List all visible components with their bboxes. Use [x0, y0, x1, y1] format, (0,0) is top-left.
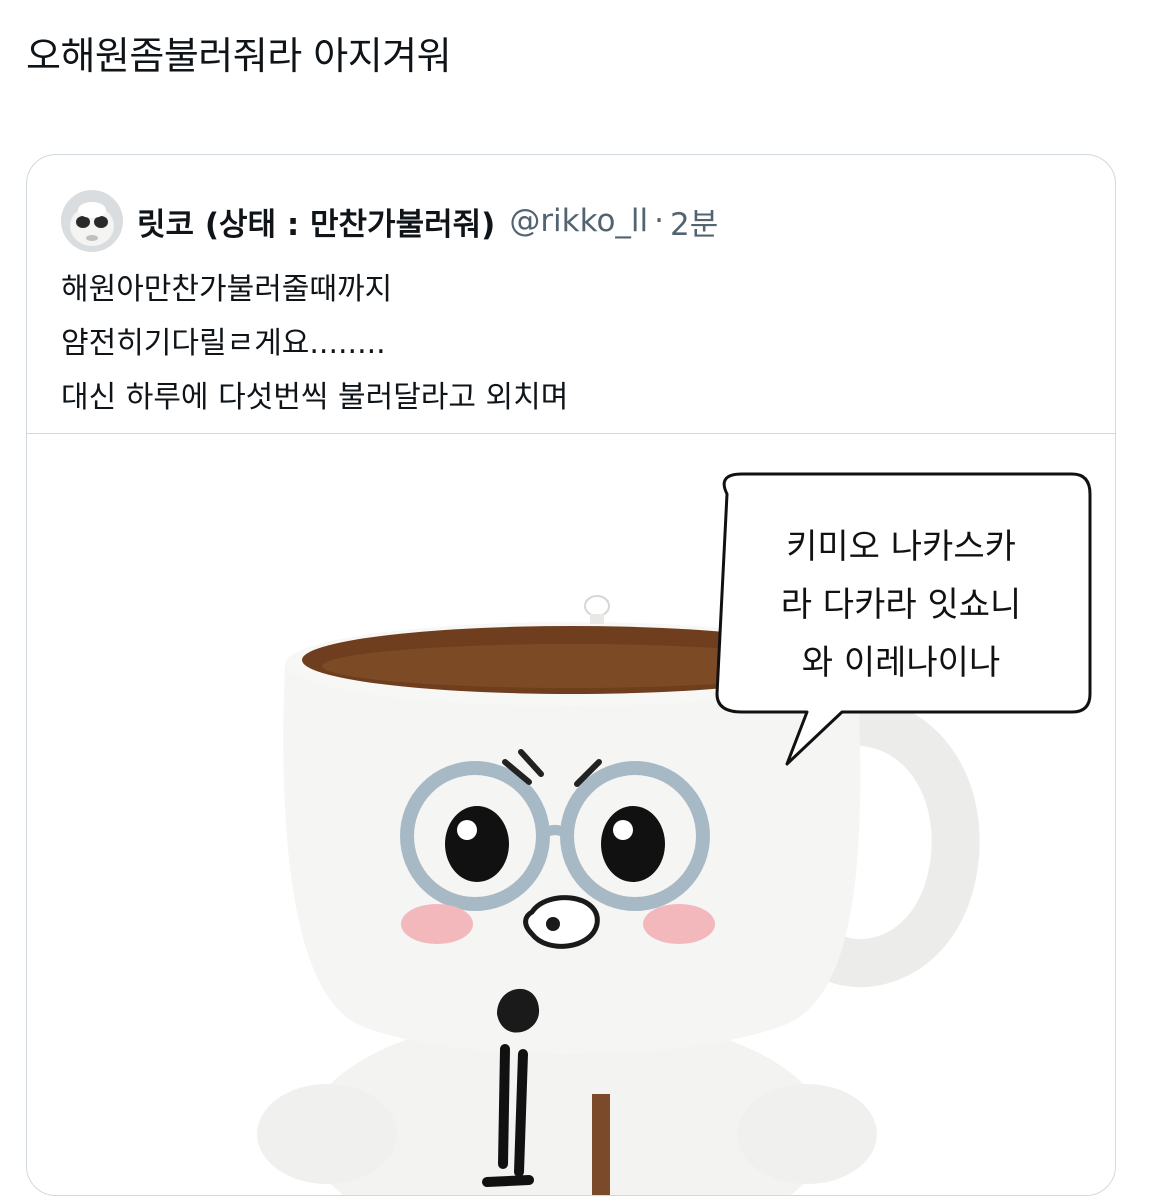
speech-bubble-line: 키미오 나카스카: [786, 527, 1016, 567]
speech-bubble-line: 라 다카라 잇쇼니: [780, 585, 1022, 625]
speech-bubble-text: 키미오 나카스카 라 다카라 잇쇼니 와 이레나이나: [715, 518, 1087, 692]
body-line: 얌전히기다릴ㄹ게요........: [61, 326, 386, 361]
body-line: 대신 하루에 다섯번씩 불러달라고 외치며: [61, 380, 569, 415]
quoted-tweet-header: 릿코 (상태 : 만찬가불러줘) @rikko_ll · 2분: [61, 189, 718, 253]
tweet-text: 오해원좀불러줘라 아지겨워: [26, 34, 452, 78]
display-name[interactable]: 릿코 (상태 : 만찬가불러줘): [137, 199, 495, 244]
quoted-tweet-body: 해원아만찬가불러줄때까지 얌전히기다릴ㄹ게요........ 대신 하루에 다섯…: [61, 263, 568, 425]
body-line: 해원아만찬가불러줄때까지: [61, 272, 393, 307]
avatar[interactable]: [61, 190, 123, 252]
quoted-tweet-card[interactable]: 릿코 (상태 : 만찬가불러줘) @rikko_ll · 2분 해원아만찬가불러…: [26, 154, 1116, 1196]
media-image[interactable]: 키미오 나카스카 라 다카라 잇쇼니 와 이레나이나: [27, 433, 1115, 1195]
user-handle[interactable]: @rikko_ll: [509, 203, 648, 239]
timestamp[interactable]: 2분: [670, 199, 718, 244]
dot-separator: ·: [654, 203, 665, 239]
speech-bubble-line: 와 이레나이나: [801, 643, 1001, 683]
